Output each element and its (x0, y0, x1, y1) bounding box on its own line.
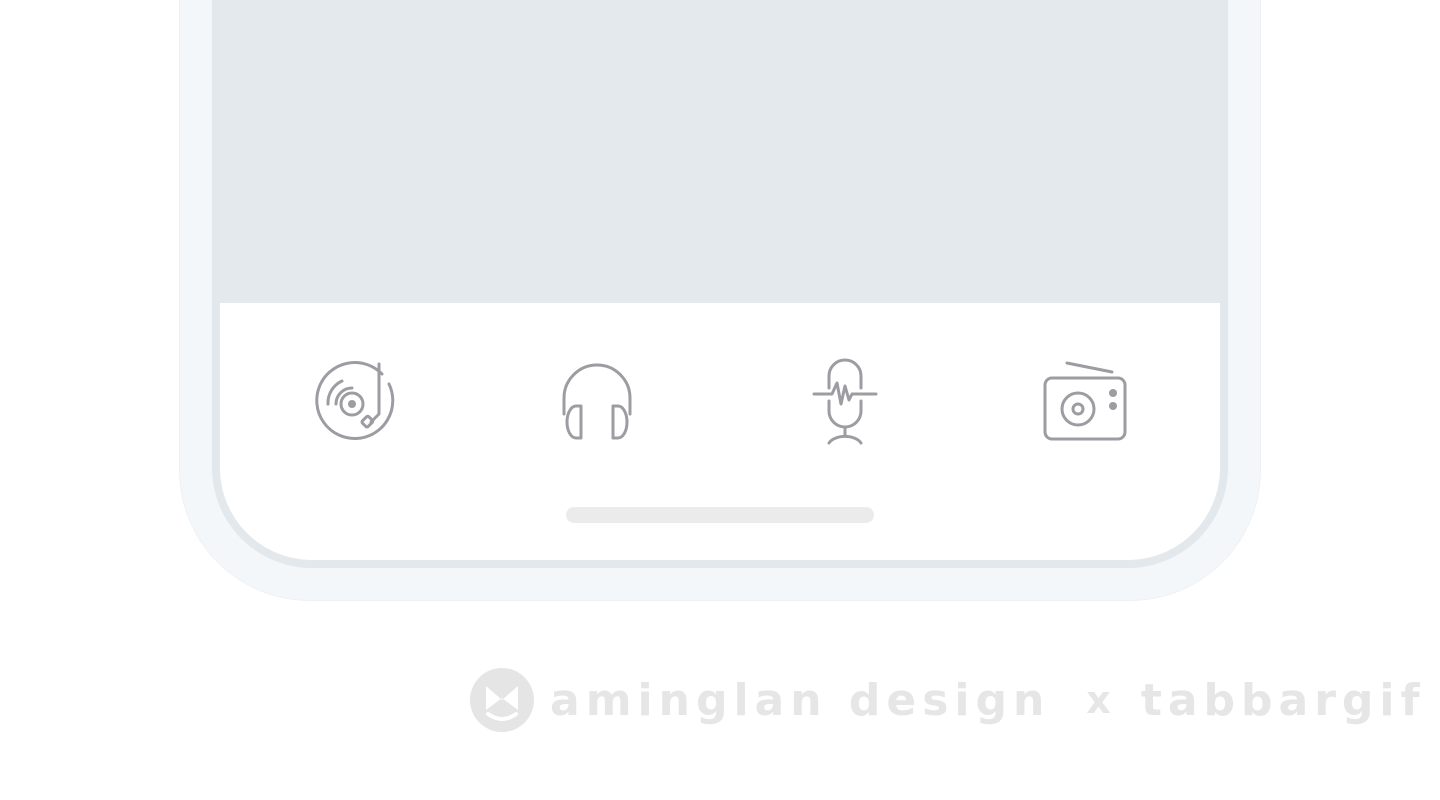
watermark: aminglan design x tabbargif (470, 665, 1426, 735)
tab-turntable[interactable] (307, 351, 407, 451)
screen-content-area (220, 0, 1220, 303)
watermark-project: tabbargif (1140, 674, 1426, 726)
watermark-brand: aminglan design (550, 674, 1051, 726)
radio-icon (1040, 356, 1130, 446)
stage: aminglan design x tabbargif (0, 0, 1440, 800)
watermark-separator: x (1086, 678, 1111, 722)
home-indicator (566, 507, 874, 523)
tab-headphones[interactable] (547, 351, 647, 451)
tab-microphone[interactable] (791, 351, 891, 451)
tab-bar (220, 303, 1220, 483)
headphones-icon (552, 356, 642, 446)
turntable-icon (312, 356, 402, 446)
tab-radio[interactable] (1035, 351, 1135, 451)
brand-logo-icon (470, 668, 534, 732)
microphone-icon (796, 356, 886, 446)
